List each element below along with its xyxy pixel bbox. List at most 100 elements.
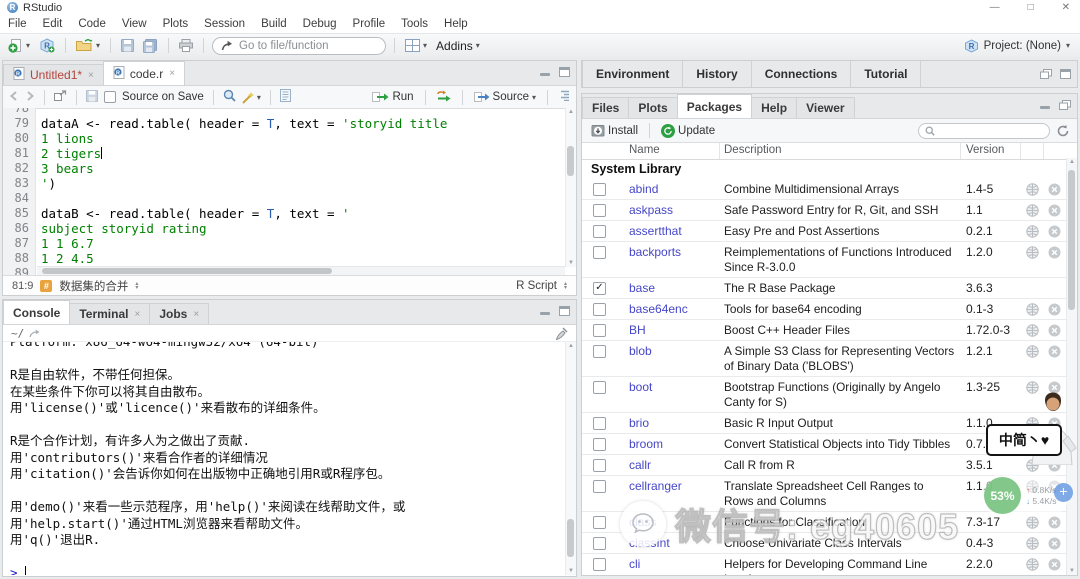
package-loaded-checkbox[interactable]: ✓ [593, 282, 606, 295]
package-loaded-checkbox[interactable] [593, 345, 606, 358]
package-name-link[interactable]: assertthat [629, 224, 682, 238]
project-selector[interactable]: R Project: (None) ▾ [964, 39, 1070, 53]
column-version[interactable]: Version [966, 144, 1004, 156]
minimize-pane-icon[interactable] [540, 68, 551, 77]
refresh-icon[interactable] [1056, 124, 1070, 138]
console[interactable]: Platform: x86_64-w64-mingw32/x64 (64-bit… [3, 342, 566, 575]
browse-package-icon[interactable] [1026, 537, 1039, 553]
package-loaded-checkbox[interactable] [593, 324, 606, 337]
save-file-button[interactable] [86, 90, 98, 105]
maximize-pane-icon[interactable] [1060, 69, 1071, 79]
document-outline-button[interactable] [557, 90, 570, 104]
pane-tab-help[interactable]: Help [751, 97, 797, 118]
remove-package-icon[interactable] [1048, 459, 1061, 475]
remove-package-icon[interactable] [1048, 537, 1061, 553]
menu-item-edit[interactable]: Edit [43, 18, 63, 30]
remove-package-icon[interactable] [1048, 558, 1061, 574]
package-name-link[interactable]: classInt [629, 536, 670, 550]
console-tab-terminal[interactable]: Terminal× [69, 303, 150, 324]
pane-tab-tutorial[interactable]: Tutorial [851, 61, 921, 87]
restore-panes-icon[interactable] [1059, 100, 1071, 110]
browse-package-icon[interactable] [1026, 183, 1039, 199]
panes-layout-button[interactable]: ▾ [403, 38, 429, 53]
open-file-button[interactable]: ▾ [74, 38, 102, 53]
source-on-save-checkbox[interactable] [104, 91, 116, 103]
minimize-pane-icon[interactable] [540, 307, 551, 316]
column-description[interactable]: Description [724, 144, 782, 156]
file-type-selector[interactable]: R Script [516, 280, 557, 292]
maximize-window-button[interactable]: □ [1028, 2, 1034, 13]
new-file-button[interactable]: ▾ [6, 37, 32, 54]
source-button[interactable]: Source▾ [472, 90, 538, 104]
compile-report-button[interactable] [280, 89, 291, 105]
package-loaded-checkbox[interactable] [593, 246, 606, 259]
column-name[interactable]: Name [629, 144, 660, 156]
package-name-link[interactable]: broom [629, 437, 663, 451]
section-selector[interactable]: 数据集的合并 [59, 278, 128, 294]
package-name-link[interactable]: boot [629, 380, 652, 394]
menu-item-file[interactable]: File [8, 18, 27, 30]
browse-package-icon[interactable] [1026, 516, 1039, 532]
pane-tab-packages[interactable]: Packages [677, 94, 752, 118]
package-loaded-checkbox[interactable] [593, 558, 606, 571]
package-name-link[interactable]: BH [629, 323, 646, 337]
menu-item-tools[interactable]: Tools [401, 18, 428, 30]
package-name-link[interactable]: abind [629, 182, 658, 196]
close-window-button[interactable]: ✕ [1062, 2, 1070, 13]
editor-vertical-scrollbar[interactable]: ▲ ▼ [565, 108, 576, 267]
menu-item-help[interactable]: Help [444, 18, 468, 30]
package-loaded-checkbox[interactable] [593, 459, 606, 472]
package-loaded-checkbox[interactable] [593, 303, 606, 316]
popout-window-button[interactable] [54, 90, 67, 104]
browse-package-icon[interactable] [1026, 246, 1039, 262]
remove-package-icon[interactable] [1048, 516, 1061, 532]
package-name-link[interactable]: askpass [629, 203, 673, 217]
package-name-link[interactable]: cli [629, 557, 640, 571]
clear-console-icon[interactable] [554, 327, 568, 340]
install-button[interactable]: Install [589, 123, 640, 138]
remove-package-icon[interactable] [1048, 246, 1061, 262]
remove-package-icon[interactable] [1048, 381, 1061, 397]
new-project-button[interactable]: R [37, 37, 57, 54]
browse-package-icon[interactable] [1026, 345, 1039, 361]
pane-tab-connections[interactable]: Connections [752, 61, 852, 87]
package-loaded-checkbox[interactable] [593, 438, 606, 451]
packages-vertical-scrollbar[interactable]: ▲ ▼ [1066, 158, 1077, 575]
menu-item-debug[interactable]: Debug [303, 18, 337, 30]
maximize-pane-icon[interactable] [559, 67, 570, 77]
menu-item-build[interactable]: Build [261, 18, 287, 30]
browse-package-icon[interactable] [1026, 324, 1039, 340]
remove-package-icon[interactable] [1048, 204, 1061, 220]
package-name-link[interactable]: backports [629, 245, 681, 259]
menu-item-plots[interactable]: Plots [163, 18, 189, 30]
close-tab-icon[interactable]: × [193, 309, 199, 320]
restore-panes-icon[interactable] [1040, 69, 1052, 79]
minimize-pane-icon[interactable] [1040, 101, 1051, 110]
package-loaded-checkbox[interactable] [593, 537, 606, 550]
menu-item-session[interactable]: Session [204, 18, 245, 30]
update-button[interactable]: Update [659, 123, 717, 139]
close-tab-icon[interactable]: × [88, 70, 94, 81]
close-tab-icon[interactable]: × [134, 309, 140, 320]
code-tools-button[interactable]: ▾ [242, 91, 261, 104]
console-vertical-scrollbar[interactable]: ▲ ▼ [565, 342, 576, 575]
remove-package-icon[interactable] [1048, 183, 1061, 199]
goto-file-function-input[interactable]: Go to file/function [212, 37, 386, 55]
run-button[interactable]: Run [370, 90, 415, 104]
package-search-input[interactable] [918, 123, 1050, 139]
package-loaded-checkbox[interactable] [593, 183, 606, 196]
pane-tab-environment[interactable]: Environment [582, 61, 683, 87]
file-type-spinner-icon[interactable]: ▴▾ [564, 282, 567, 290]
close-tab-icon[interactable]: × [169, 68, 175, 79]
package-name-link[interactable]: class [629, 515, 656, 529]
console-tab-jobs[interactable]: Jobs× [149, 303, 209, 324]
remove-package-icon[interactable] [1048, 324, 1061, 340]
browse-package-icon[interactable] [1026, 204, 1039, 220]
section-spinner-icon[interactable]: ▴▾ [135, 282, 138, 290]
package-loaded-checkbox[interactable] [593, 381, 606, 394]
package-name-link[interactable]: cellranger [629, 479, 682, 493]
package-loaded-checkbox[interactable] [593, 417, 606, 430]
console-prompt-line[interactable]: > [10, 565, 566, 575]
package-name-link[interactable]: base64enc [629, 302, 688, 316]
browse-package-icon[interactable] [1026, 303, 1039, 319]
